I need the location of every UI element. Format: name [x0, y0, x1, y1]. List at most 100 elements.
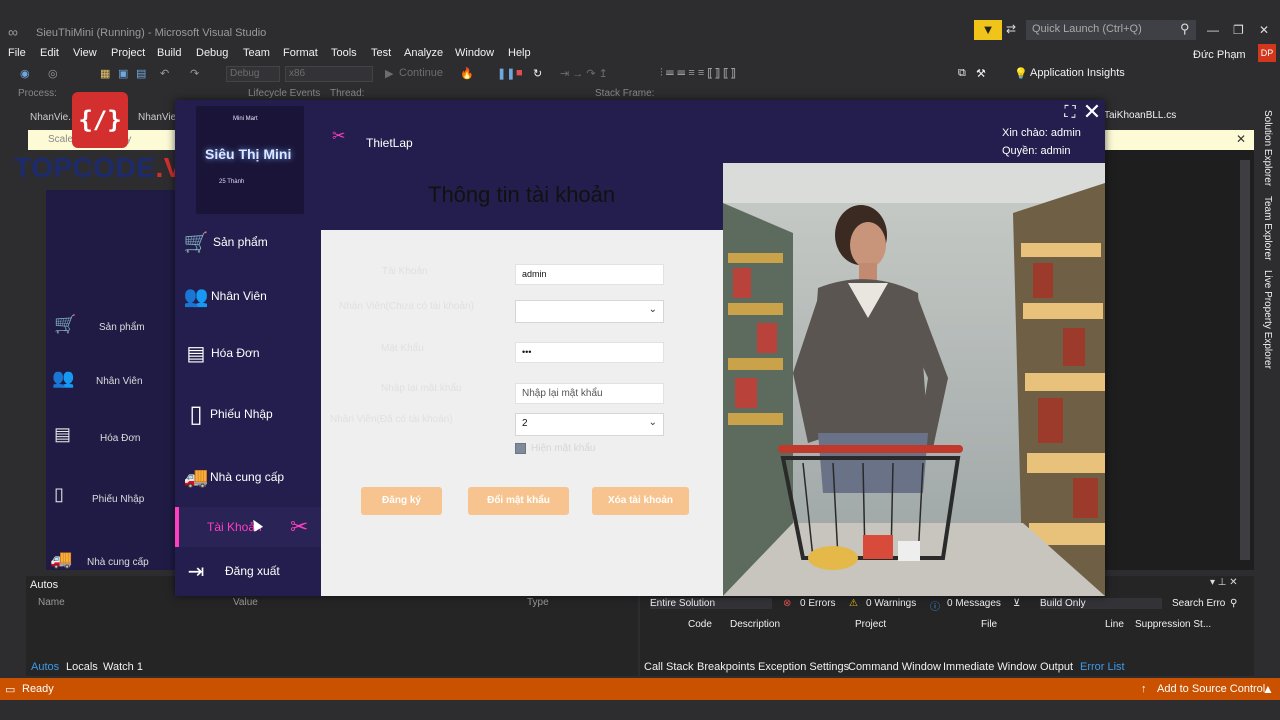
tab-autos[interactable]: Autos — [31, 661, 59, 673]
employee-with-account-select[interactable]: 2 ⌄ — [515, 413, 664, 436]
doc-tab-taikhoanbll[interactable]: TaiKhoanBLL.cs — [1104, 110, 1254, 128]
add-to-source-control[interactable]: Add to Source Control — [1157, 683, 1265, 695]
pin-icon[interactable]: ▾ ⊥ ✕ — [1210, 577, 1238, 588]
search-icon[interactable]: ⚲ — [1180, 21, 1190, 37]
avatar[interactable]: DP — [1258, 44, 1276, 62]
application-insights-dropdown[interactable]: Application Insights — [1030, 67, 1125, 79]
scope-select[interactable]: Entire Solution — [650, 598, 772, 609]
tab-immediate-window[interactable]: Immediate Window — [943, 661, 1037, 673]
menu-tools[interactable]: Tools — [331, 47, 357, 59]
quick-launch-input[interactable]: Quick Launch (Ctrl+Q) — [1026, 20, 1196, 40]
back-icon[interactable]: ◉ — [20, 67, 30, 80]
sidebar-item-products[interactable]: 🛒 Sản phẩm — [175, 218, 321, 268]
close-icon[interactable]: ✕ — [1082, 101, 1102, 123]
tab-watch-1[interactable]: Watch 1 — [103, 661, 143, 673]
select-value: 2 — [522, 418, 528, 429]
solution-explorer-tab[interactable]: Solution Explorer — [1262, 110, 1273, 186]
column-type[interactable]: Type — [527, 597, 549, 608]
undo-icon[interactable]: ↶ — [160, 67, 169, 80]
redo-icon[interactable]: ↷ — [190, 67, 199, 80]
close-icon[interactable]: ✕ — [1236, 132, 1246, 146]
hot-reload-icon[interactable]: 🔥 — [460, 67, 474, 80]
column-description[interactable]: Description — [730, 619, 780, 630]
build-select[interactable]: Build Only — [1040, 598, 1162, 609]
menu-format[interactable]: Format — [283, 47, 318, 59]
lifecycle-events[interactable]: Lifecycle Events — [248, 88, 320, 99]
menu-edit[interactable]: Edit — [40, 47, 59, 59]
menu-file[interactable]: File — [8, 47, 26, 59]
save-all-icon[interactable]: ▤ — [136, 67, 146, 80]
menu-test[interactable]: Test — [371, 47, 391, 59]
continue-icon[interactable]: ▶ — [385, 67, 393, 80]
window-layout-icon[interactable]: ⧉ — [958, 67, 966, 80]
format-icons[interactable]: ⫶ ☰ ☰ ≡ ≡ ⟦ ⟧ ⟦ ⟧ — [660, 67, 736, 80]
chevron-down-icon: ⌄ — [648, 304, 657, 315]
menu-build[interactable]: Build — [157, 47, 181, 59]
close-window-icon[interactable]: ✕ — [1259, 23, 1269, 37]
open-file-icon[interactable]: ▦ — [100, 67, 110, 80]
filter-icon[interactable]: ⊻ — [1013, 598, 1020, 609]
employee-no-account-select[interactable]: ⌄ — [515, 300, 664, 323]
menu-view[interactable]: View — [73, 47, 97, 59]
column-suppression-state[interactable]: Suppression St... — [1135, 619, 1211, 630]
column-value[interactable]: Value — [233, 597, 258, 608]
continue-button[interactable]: Continue — [399, 67, 443, 79]
minimize-icon[interactable]: — — [1207, 23, 1219, 37]
live-property-explorer-tab[interactable]: Live Property Explorer — [1262, 270, 1273, 369]
step-icons[interactable]: ⇥ → ↷ ↥ — [560, 67, 608, 80]
save-icon[interactable]: ▣ — [118, 67, 128, 80]
tab-error-list[interactable]: Error List — [1080, 661, 1125, 673]
tab-exception-settings[interactable]: Exception Settings — [758, 661, 849, 673]
menu-analyze[interactable]: Analyze — [404, 47, 443, 59]
show-password-checkbox[interactable] — [515, 443, 526, 454]
sidebar-item-invoices[interactable]: ▤ Hóa Đơn — [175, 329, 321, 379]
account-name[interactable]: Đức Phạm — [1193, 49, 1246, 61]
tab-breakpoints[interactable]: Breakpoints — [697, 661, 755, 673]
password-field[interactable]: ••• — [515, 342, 664, 363]
search-icon[interactable]: ⚲ — [1230, 598, 1237, 609]
editor-scrollbar[interactable] — [1240, 160, 1250, 560]
tab-call-stack[interactable]: Call Stack — [644, 661, 694, 673]
team-explorer-tab[interactable]: Team Explorer — [1262, 196, 1273, 260]
sidebar-item-suppliers[interactable]: 🚚 Nhà cung cấp — [175, 453, 321, 503]
errors-filter[interactable]: 0 Errors — [800, 598, 836, 609]
feedback-icon[interactable]: ⇄ — [1006, 22, 1016, 36]
username-field[interactable]: admin — [515, 264, 664, 285]
menu-team[interactable]: Team — [243, 47, 270, 59]
change-password-button[interactable]: Đổi mật khẩu — [468, 487, 569, 515]
column-project[interactable]: Project — [855, 619, 886, 630]
restore-icon[interactable]: ❐ — [1233, 23, 1244, 37]
confirm-password-field[interactable]: Nhập lại mật khẩu — [515, 383, 664, 404]
tab-locals[interactable]: Locals — [66, 661, 98, 673]
menu-debug[interactable]: Debug — [196, 47, 228, 59]
sidebar-item-employees[interactable]: 👥 Nhân Viên — [175, 272, 321, 322]
menu-window[interactable]: Window — [455, 47, 494, 59]
sidebar-item-logout[interactable]: ⇥ Đăng xuất — [175, 547, 321, 597]
messages-filter[interactable]: 0 Messages — [947, 598, 1001, 609]
tab-command-window[interactable]: Command Window — [848, 661, 941, 673]
notification-filter-icon[interactable]: ▼ — [974, 20, 1002, 40]
notifications-icon[interactable]: ▲ — [1262, 682, 1274, 696]
platform-select[interactable]: x86 — [285, 66, 373, 82]
column-file[interactable]: File — [981, 619, 997, 630]
stop-icon[interactable]: ■ — [516, 67, 523, 79]
pause-icon[interactable]: ❚❚ — [497, 67, 515, 80]
restart-icon[interactable]: ↻ — [533, 67, 542, 80]
delete-account-button[interactable]: Xóa tài khoản — [592, 487, 689, 515]
bg-nav-label: Hóa Đơn — [100, 433, 141, 444]
register-button[interactable]: Đăng ký — [361, 487, 442, 515]
column-name[interactable]: Name — [38, 597, 65, 608]
tab-output[interactable]: Output — [1040, 661, 1073, 673]
search-error-input[interactable]: Search Erro — [1172, 598, 1225, 609]
configuration-select[interactable]: Debug — [226, 66, 280, 82]
maximize-icon[interactable]: ⛶ — [1062, 105, 1078, 122]
tool-icon[interactable]: ⚒ — [976, 67, 986, 80]
warnings-filter[interactable]: 0 Warnings — [866, 598, 916, 609]
doc-tab[interactable]: NhanVie... — [30, 112, 77, 123]
column-code[interactable]: Code — [688, 619, 712, 630]
column-line[interactable]: Line — [1105, 619, 1124, 630]
forward-icon[interactable]: ◎ — [48, 67, 58, 80]
menu-project[interactable]: Project — [111, 47, 145, 59]
sidebar-item-imports[interactable]: ▯ Phiếu Nhập — [175, 390, 321, 440]
menu-help[interactable]: Help — [508, 47, 531, 59]
